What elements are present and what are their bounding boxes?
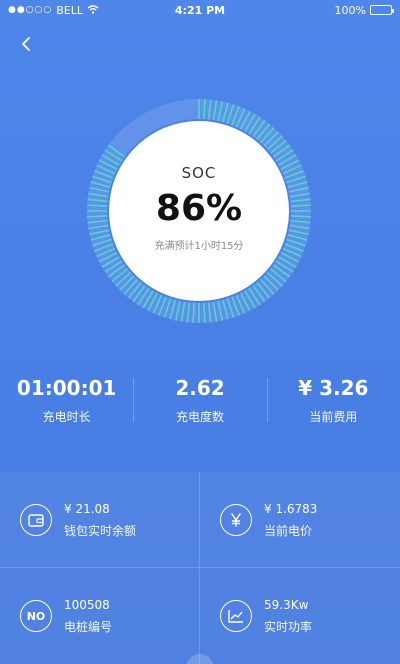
- charge-stats: 01:00:01 充电时长 2.62 充电度数 ¥ 3.26 当前费用: [0, 370, 400, 430]
- info-value: 59.3Kw: [264, 597, 309, 612]
- info-value: 100508: [64, 597, 110, 612]
- carrier-name: BELL: [56, 3, 84, 17]
- info-label: 当前电价: [264, 523, 313, 538]
- status-right: 100%: [334, 3, 394, 17]
- info-label: 电桩编号: [64, 619, 113, 634]
- stat-value: 2.62: [175, 375, 225, 400]
- stat-energy: 2.62 充电度数: [133, 370, 266, 430]
- stat-value: 01:00:01: [16, 375, 117, 400]
- no-icon: NO: [20, 600, 52, 632]
- gauge-tick: [290, 204, 311, 207]
- soc-value: 86%: [155, 188, 243, 229]
- info-label: 钱包实时余额: [64, 523, 137, 538]
- soc-gauge: SOC 86% 充满预计1小时15分: [84, 96, 314, 326]
- gauge-tick: [87, 215, 108, 218]
- chart-icon: [220, 600, 252, 632]
- stat-label: 充电度数: [175, 409, 224, 424]
- battery-percent: 100%: [334, 3, 366, 17]
- gauge-tick: [87, 204, 108, 207]
- back-button[interactable]: [14, 32, 38, 56]
- info-realtime-power: 59.3Kw 实时功率: [200, 568, 400, 664]
- gauge-tick: [290, 215, 311, 218]
- stat-value: ¥ 3.26: [298, 375, 369, 400]
- info-pile-number: NO 100508 电桩编号: [0, 568, 200, 664]
- battery-icon: [370, 5, 394, 15]
- soc-center: SOC 86% 充满预计1小时15分: [109, 121, 289, 301]
- yen-icon: [220, 504, 252, 536]
- gauge-tick: [192, 302, 195, 323]
- signal-icon: ●●○○○: [8, 5, 53, 15]
- status-bar: ●●○○○ BELL 4:21 PM 100%: [0, 0, 400, 20]
- stat-label: 当前费用: [309, 409, 358, 424]
- info-electricity-price: ¥ 1.6783 当前电价: [200, 472, 400, 568]
- chevron-left-icon: [22, 37, 30, 51]
- info-label: 实时功率: [264, 619, 313, 634]
- stat-label: 充电时长: [42, 409, 91, 424]
- stat-duration: 01:00:01 充电时长: [0, 370, 133, 430]
- soc-label: SOC: [181, 164, 217, 182]
- info-wallet-balance: ¥ 21.08 钱包实时余额: [0, 472, 200, 568]
- status-left: ●●○○○ BELL: [8, 4, 99, 17]
- stat-cost: ¥ 3.26 当前费用: [266, 370, 400, 430]
- gauge-tick: [203, 302, 206, 323]
- wallet-icon: [20, 504, 52, 536]
- info-panel: ¥ 21.08 钱包实时余额 ¥ 1.6783 当前电价 NO 100508 电…: [0, 472, 400, 664]
- wifi-icon: [87, 4, 99, 17]
- info-value: ¥ 21.08: [64, 501, 110, 516]
- soc-estimate: 充满预计1小时15分: [154, 241, 244, 252]
- info-value: ¥ 1.6783: [264, 501, 318, 516]
- gauge-tick: [203, 99, 206, 120]
